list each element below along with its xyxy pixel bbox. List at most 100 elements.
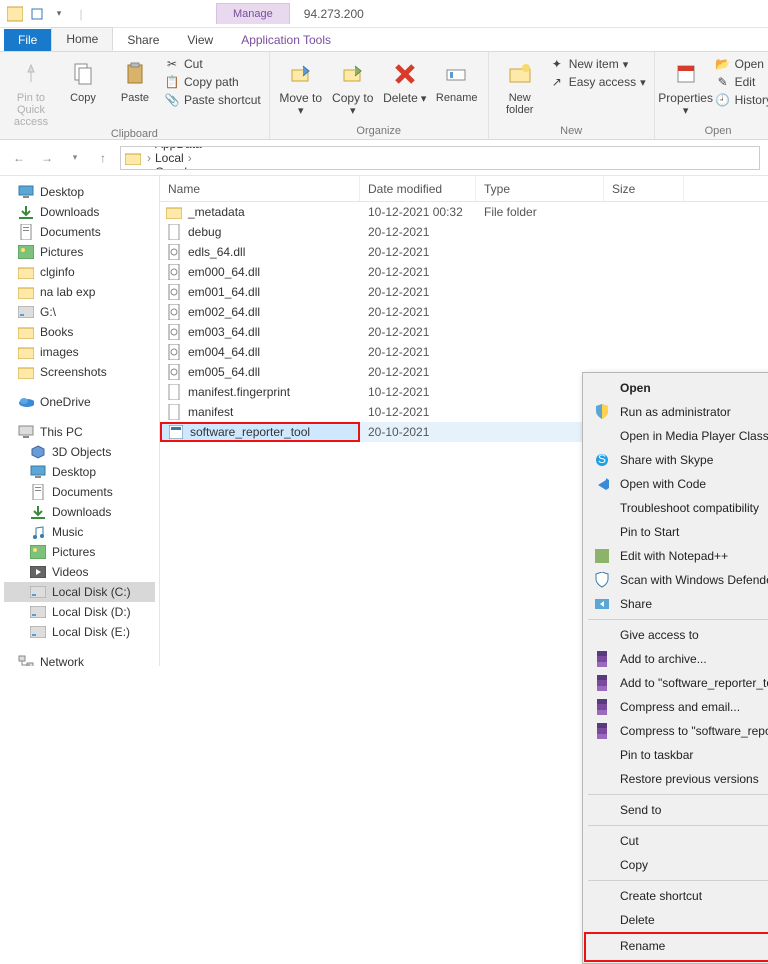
ribbon-tabs: File Home Share View Application Tools [0, 28, 768, 52]
tree-item[interactable]: This PC [4, 422, 155, 442]
menu-item[interactable]: Restore previous versions [586, 767, 768, 791]
tree-item[interactable]: Videos [4, 562, 155, 582]
qat-dropdown-icon[interactable]: ▾ [50, 5, 68, 23]
menu-item[interactable]: Pin to taskbar [586, 743, 768, 767]
edit-button[interactable]: ✎Edit [715, 74, 768, 90]
tab-application-tools[interactable]: Application Tools [227, 29, 345, 51]
menu-item[interactable]: Create shortcut [586, 884, 768, 908]
tab-home[interactable]: Home [51, 27, 113, 51]
menu-item[interactable]: Scan with Windows Defender... [586, 568, 768, 592]
up-button[interactable]: ↑ [92, 147, 114, 169]
menu-item[interactable]: Open [586, 376, 768, 400]
file-row[interactable]: edls_64.dll20-12-2021 [160, 242, 768, 262]
recent-button[interactable]: ▾ [64, 147, 86, 169]
tree-item[interactable]: Documents [4, 222, 155, 242]
file-row[interactable]: em000_64.dll20-12-2021 [160, 262, 768, 282]
tree-item[interactable]: 3D Objects [4, 442, 155, 462]
tree-item[interactable]: Network [4, 652, 155, 666]
copy-path-button[interactable]: 📋Copy path [164, 74, 261, 90]
file-row[interactable]: debug20-12-2021 [160, 222, 768, 242]
navigation-tree[interactable]: DesktopDownloadsDocumentsPicturesclginfo… [0, 176, 160, 666]
col-date[interactable]: Date modified [360, 176, 476, 201]
tree-item[interactable]: Screenshots [4, 362, 155, 382]
easy-access-button[interactable]: ↗Easy access ▾ [549, 74, 646, 90]
tree-item[interactable]: Music [4, 522, 155, 542]
move-icon [285, 58, 317, 90]
menu-item[interactable]: Share [586, 592, 768, 616]
menu-item[interactable]: SShare with Skype [586, 448, 768, 472]
breadcrumb-chevron[interactable]: › [143, 151, 155, 165]
new-item-button[interactable]: ✦New item ▾ [549, 56, 646, 72]
new-folder-button[interactable]: New folder [497, 56, 543, 116]
quick-access-toolbar: ▾ | [0, 5, 96, 23]
menu-item[interactable]: Copy [586, 853, 768, 877]
forward-button[interactable]: → [36, 147, 58, 169]
cut-button[interactable]: ✂Cut [164, 56, 261, 72]
menu-item[interactable]: Add to archive... [586, 647, 768, 671]
rar-icon [594, 699, 610, 715]
menu-item[interactable]: Compress and email... [586, 695, 768, 719]
back-button[interactable]: ← [8, 147, 30, 169]
copy-to-button[interactable]: Copy to ▾ [330, 56, 376, 117]
tree-item[interactable]: Documents [4, 482, 155, 502]
col-size[interactable]: Size [604, 176, 684, 201]
tab-share[interactable]: Share [113, 29, 173, 51]
tab-view[interactable]: View [173, 29, 227, 51]
tree-item[interactable]: Pictures [4, 242, 155, 262]
tree-item[interactable]: Downloads [4, 502, 155, 522]
col-name[interactable]: Name [160, 176, 360, 201]
tree-item[interactable]: OneDrive [4, 392, 155, 412]
history-button[interactable]: 🕘History [715, 92, 768, 108]
menu-item[interactable]: Pin to Start [586, 520, 768, 544]
file-row[interactable]: em002_64.dll20-12-2021 [160, 302, 768, 322]
menu-item[interactable]: Cut [586, 829, 768, 853]
menu-item[interactable]: Open with Code [586, 472, 768, 496]
pin-quick-access-button[interactable]: Pin to Quick access [8, 56, 54, 128]
tree-item[interactable]: Desktop [4, 462, 155, 482]
col-type[interactable]: Type [476, 176, 604, 201]
folder-icon [125, 151, 141, 165]
copy-button[interactable]: Copy [60, 56, 106, 104]
menu-item[interactable]: Rename [586, 934, 768, 958]
tree-item[interactable]: Local Disk (C:) [4, 582, 155, 602]
tree-item[interactable]: clginfo [4, 262, 155, 282]
menu-item[interactable]: Edit with Notepad++ [586, 544, 768, 568]
breadcrumb-item[interactable]: Google› [155, 165, 246, 170]
tree-item[interactable]: images [4, 342, 155, 362]
menu-item[interactable]: Troubleshoot compatibility [586, 496, 768, 520]
contextual-tab-manage[interactable]: Manage [216, 3, 290, 24]
menu-item[interactable]: Run as administrator [586, 400, 768, 424]
breadcrumb-item[interactable]: Local› [155, 151, 246, 165]
file-list: Name Date modified Type Size _metadata10… [160, 176, 768, 666]
file-row[interactable]: em004_64.dll20-12-2021 [160, 342, 768, 362]
tree-item[interactable]: G:\ [4, 302, 155, 322]
ribbon-group-clipboard: Pin to Quick access Copy Paste ✂Cut 📋Cop… [0, 52, 270, 139]
file-row[interactable]: em001_64.dll20-12-2021 [160, 282, 768, 302]
pic-icon [18, 244, 34, 260]
tree-item[interactable]: Downloads [4, 202, 155, 222]
tree-item[interactable]: Desktop [4, 182, 155, 202]
tab-file[interactable]: File [4, 29, 51, 51]
delete-button[interactable]: Delete ▾ [382, 56, 428, 105]
address-bar[interactable]: › This PC›Local Disk (C:)›Users›ACER›App… [120, 146, 760, 170]
tree-item[interactable]: Local Disk (E:) [4, 622, 155, 642]
open-button[interactable]: 📂Open ▾ [715, 56, 768, 72]
rename-button[interactable]: Rename [434, 56, 480, 104]
menu-item[interactable]: Delete [586, 908, 768, 932]
tree-item[interactable]: Local Disk (D:) [4, 602, 155, 622]
menu-item[interactable]: Open in Media Player Classic [586, 424, 768, 448]
move-to-button[interactable]: Move to ▾ [278, 56, 324, 117]
file-row[interactable]: em003_64.dll20-12-2021 [160, 322, 768, 342]
menu-item[interactable]: Add to "software_reporter_tool.rar" [586, 671, 768, 695]
menu-item[interactable]: Compress to "software_reporter_tool.rar"… [586, 719, 768, 743]
menu-item[interactable]: Give access to› [586, 623, 768, 647]
tree-item[interactable]: Pictures [4, 542, 155, 562]
qat-properties-icon[interactable] [28, 5, 46, 23]
tree-item[interactable]: Books [4, 322, 155, 342]
properties-button[interactable]: Properties ▾ [663, 56, 709, 117]
tree-item[interactable]: na lab exp [4, 282, 155, 302]
paste-shortcut-button[interactable]: 📎Paste shortcut [164, 92, 261, 108]
menu-item[interactable]: Send to› [586, 798, 768, 822]
file-row[interactable]: _metadata10-12-2021 00:32File folder [160, 202, 768, 222]
paste-button[interactable]: Paste [112, 56, 158, 104]
